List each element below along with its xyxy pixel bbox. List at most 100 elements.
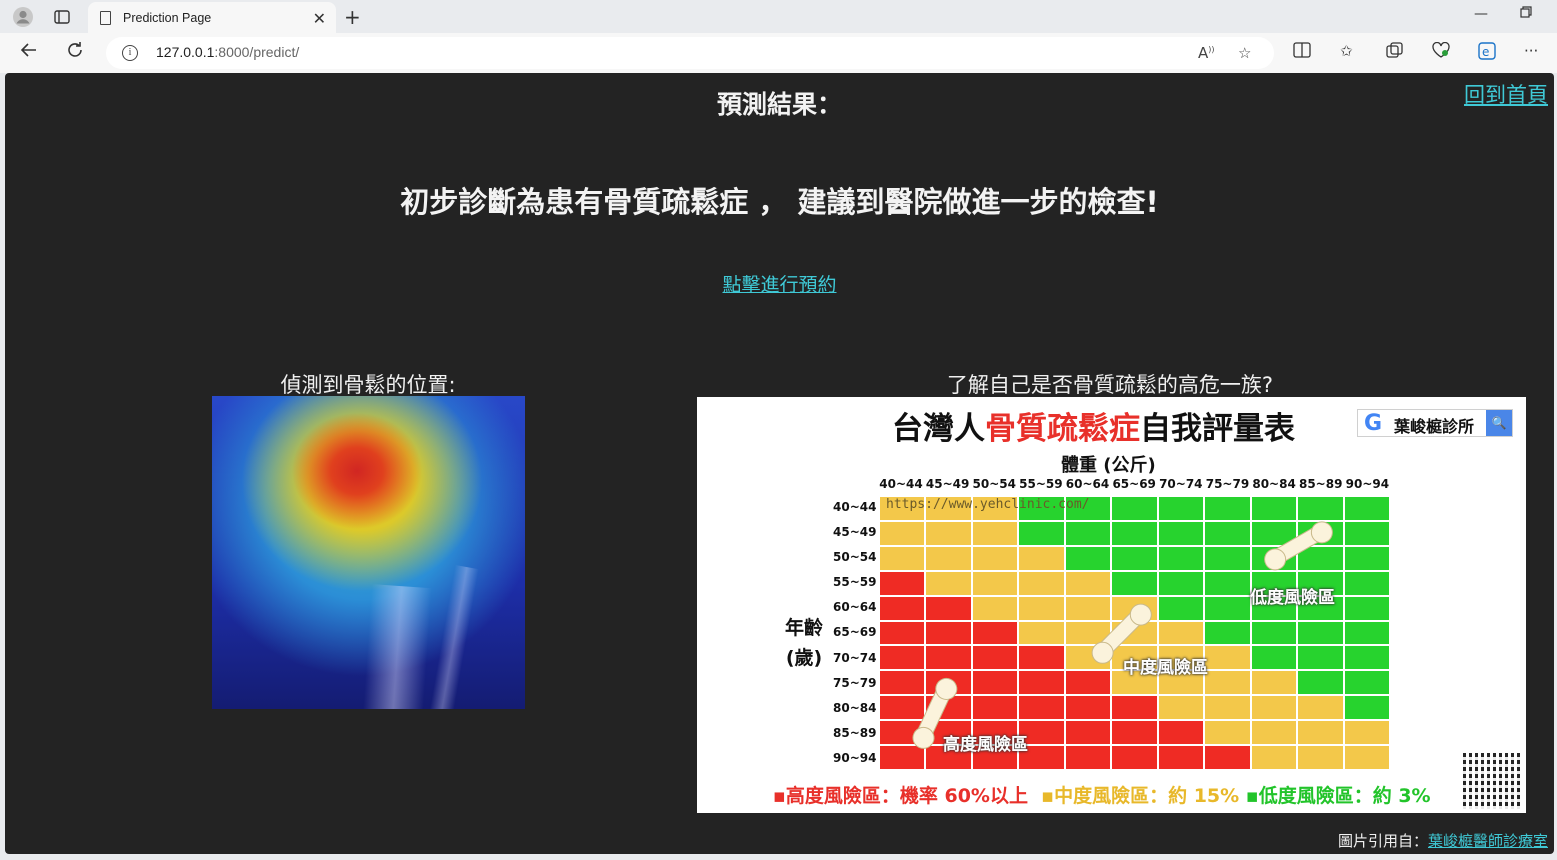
risk-cell [1204, 695, 1251, 721]
diagnosis-text: 初步診斷為患有骨質疏鬆症 ， 建議到醫院做進一步的檢查! [400, 185, 1159, 219]
weight-tick: 50~54 [972, 477, 1016, 491]
weight-tick: 85~89 [1298, 477, 1343, 491]
collections-icon[interactable] [1386, 42, 1404, 62]
address-bar[interactable]: i 127.0.0.1:8000/predict/ A)) ☆ [106, 37, 1274, 69]
page-icon [100, 10, 111, 25]
weight-tick: 60~64 [1065, 477, 1110, 491]
image-credit: 圖片引用自：葉峻榳醫師診療室 [1337, 832, 1548, 850]
split-screen-icon[interactable] [1293, 42, 1311, 62]
risk-cell [1111, 695, 1158, 721]
new-tab-icon[interactable]: + [344, 5, 361, 29]
risk-cell [1250, 645, 1298, 671]
risk-cell [1204, 645, 1251, 671]
risk-cell [1204, 620, 1251, 646]
risk-cell [1204, 496, 1251, 521]
risk-cell [1204, 520, 1251, 546]
tab-title: Prediction Page [123, 10, 212, 25]
close-tab-icon[interactable]: ✕ [313, 9, 326, 29]
weight-tick: 65~69 [1112, 477, 1156, 491]
risk-cell [879, 620, 926, 646]
risk-cell [879, 645, 926, 671]
risk-cell [971, 570, 1019, 596]
risk-cell [1064, 695, 1112, 721]
credit-link[interactable]: 葉峻榳醫師診療室 [1428, 832, 1548, 850]
risk-cell [1157, 545, 1205, 571]
risk-cell [1157, 520, 1205, 546]
favorite-star-icon[interactable]: ☆ [1238, 44, 1251, 62]
risk-cell [925, 545, 972, 571]
risk-cell [1064, 745, 1112, 770]
age-tick: 85~89 [833, 725, 877, 740]
risk-cell [925, 595, 972, 621]
age-tick: 55~59 [833, 575, 877, 590]
risk-cell [925, 620, 972, 646]
risk-cell [1018, 570, 1065, 596]
site-info-icon[interactable]: i [122, 45, 138, 61]
navigation-bar: i 127.0.0.1:8000/predict/ A)) ☆ ✩ e ··· [0, 33, 1557, 73]
xray-heatmap-image [212, 396, 525, 709]
risk-cell [1250, 695, 1298, 721]
age-axis-label: 年齡 (歲) [785, 617, 824, 669]
age-tick: 50~54 [833, 550, 877, 565]
risk-cell [971, 695, 1019, 721]
minimize-icon[interactable]: — [1474, 6, 1488, 22]
weight-tick: 45~49 [925, 477, 970, 491]
risk-cell [1204, 595, 1251, 621]
risk-cell [879, 545, 926, 571]
restore-icon[interactable] [1520, 6, 1532, 22]
google-logo-icon: G [1363, 411, 1383, 436]
risk-cell [971, 620, 1019, 646]
appointment-link[interactable]: 點擊進行預約 [5, 270, 1554, 297]
risk-cell [1064, 520, 1112, 546]
risk-cell [1343, 496, 1390, 521]
age-tick: 75~79 [833, 675, 877, 690]
profile-icon[interactable] [11, 5, 35, 29]
browser-essentials-icon[interactable] [1432, 41, 1450, 62]
risk-caption: 了解自己是否骨質疏鬆的高危一族? [946, 373, 1274, 397]
risk-cell [1204, 545, 1251, 571]
risk-cell [879, 570, 926, 596]
risk-assessment-chart: 台灣人骨質疏鬆症自我評量表 G 葉峻榳診所 🔍 體重 (公斤) 年齡 (歲) 40… [697, 397, 1526, 813]
risk-cell [879, 520, 926, 546]
risk-cell [1250, 496, 1298, 521]
age-tick: 45~49 [833, 525, 877, 540]
risk-cell [1343, 670, 1390, 696]
risk-cell [1297, 645, 1344, 671]
risk-cell [1157, 496, 1205, 521]
tab-prediction-page[interactable]: Prediction Page ✕ [88, 2, 336, 33]
edge-icon[interactable]: e [1478, 42, 1496, 64]
more-menu-icon[interactable]: ··· [1524, 42, 1538, 60]
risk-cell [1343, 570, 1390, 596]
chart-title: 台灣人骨質疏鬆症自我評量表 [892, 411, 1295, 447]
risk-cell [879, 595, 926, 621]
zone-mid-label: 中度風險區 [1123, 658, 1208, 678]
age-tick: 70~74 [833, 650, 877, 665]
weight-tick: 70~74 [1159, 477, 1203, 491]
risk-cell [1157, 720, 1205, 746]
favorites-icon[interactable]: ✩ [1340, 42, 1353, 60]
risk-cell [1250, 745, 1298, 770]
risk-cell [1111, 520, 1158, 546]
detection-caption: 偵測到骨鬆的位置: [280, 373, 456, 397]
risk-cell [879, 695, 926, 721]
risk-cell [925, 520, 972, 546]
risk-cell [1157, 695, 1205, 721]
back-icon[interactable] [20, 41, 38, 64]
risk-cell [1343, 545, 1390, 571]
risk-cell [971, 645, 1019, 671]
risk-cell [1157, 745, 1205, 770]
refresh-icon[interactable] [66, 41, 84, 64]
page-content: 回到首頁 預測結果： 初步診斷為患有骨質疏鬆症 ， 建議到醫院做進一步的檢查! … [5, 73, 1554, 854]
risk-cell [1250, 720, 1298, 746]
tab-actions-icon[interactable] [50, 5, 74, 29]
risk-cell [1343, 745, 1390, 770]
risk-cell [1018, 645, 1065, 671]
zone-high-label: 高度風險區 [943, 735, 1028, 755]
read-aloud-icon[interactable]: A)) [1198, 44, 1215, 62]
risk-cell [1111, 570, 1158, 596]
age-tick: 60~64 [833, 600, 877, 615]
risk-cell [1343, 520, 1390, 546]
url-text[interactable]: 127.0.0.1:8000/predict/ [156, 44, 299, 60]
risk-cell [1297, 670, 1344, 696]
age-tick: 65~69 [833, 625, 877, 640]
